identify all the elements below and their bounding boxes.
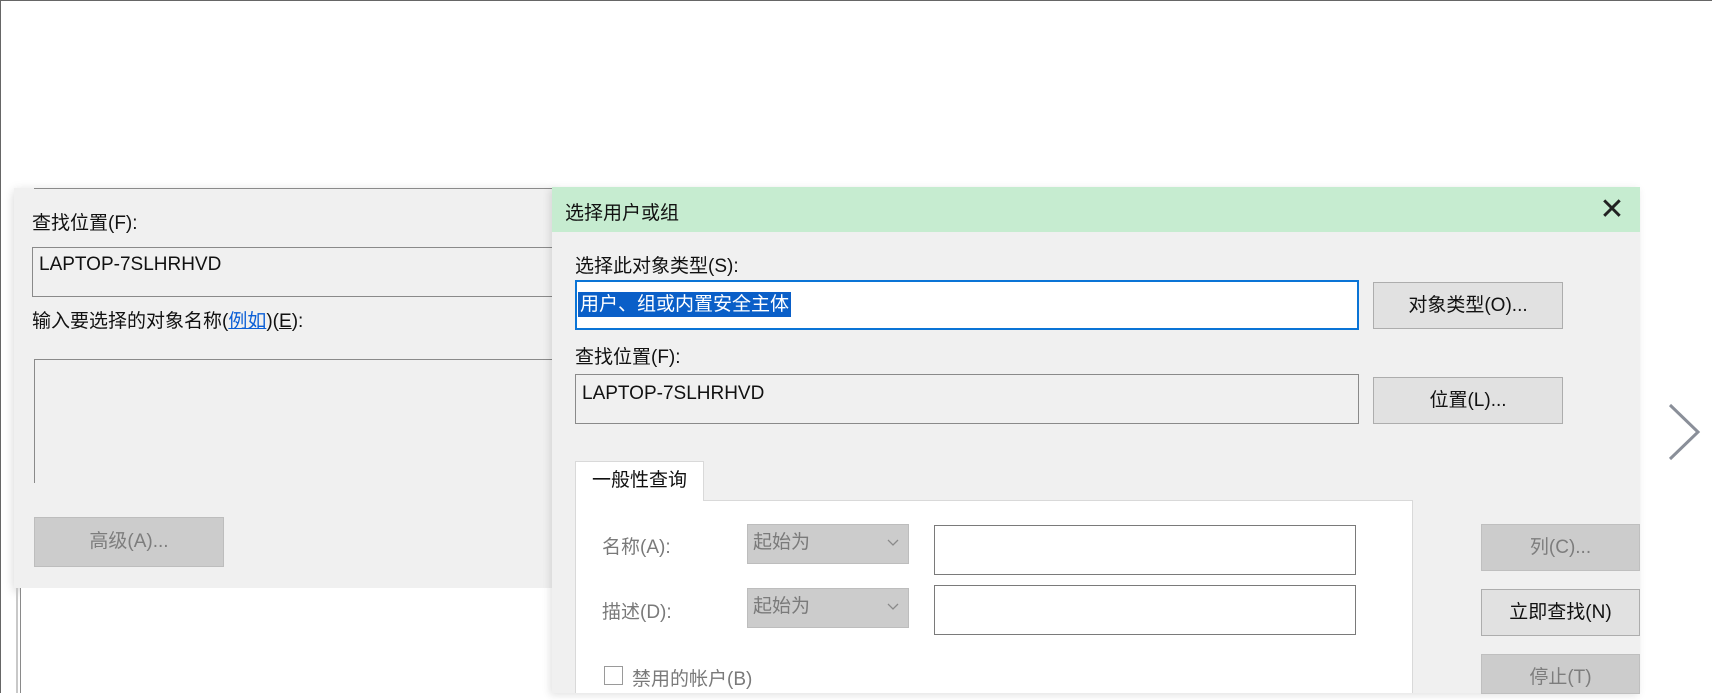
background-dialog: 查找位置(F): LAPTOP-7SLHRHVD 输入要选择的对象名称(例如)(… — [14, 188, 554, 588]
close-icon[interactable]: ✕ — [1594, 192, 1630, 228]
bg-results-list — [20, 588, 560, 693]
chevron-right-icon[interactable] — [1660, 397, 1704, 467]
bg-location-value: LAPTOP-7SLHRHVD — [39, 254, 222, 275]
description-label: 描述(D): — [602, 602, 672, 623]
description-input[interactable] — [934, 585, 1356, 635]
find-now-button[interactable]: 立即查找(N) — [1481, 589, 1640, 636]
bg-enter-names-post: )( — [266, 311, 279, 332]
general-query-panel: 名称(A): 起始为 描述(D): 起始为 禁用的帐户(B) — [575, 500, 1413, 693]
chevron-down-icon — [886, 589, 900, 638]
name-input[interactable] — [934, 525, 1356, 575]
background-dialog-divider — [34, 188, 554, 189]
bg-location-label: 查找位置(F): — [32, 213, 138, 234]
bg-enter-names-label: 输入要选择的对象名称(例如)(E): — [32, 306, 303, 333]
object-type-label: 选择此对象类型(S): — [575, 256, 739, 277]
stop-button[interactable]: 停止(T) — [1481, 654, 1640, 694]
location-value: LAPTOP-7SLHRHVD — [582, 383, 765, 404]
bg-enter-names-mnemonic: E — [279, 311, 292, 332]
name-combo[interactable]: 起始为 — [747, 524, 909, 564]
disabled-accounts-checkbox[interactable] — [604, 666, 623, 685]
bg-location-field: LAPTOP-7SLHRHVD — [32, 247, 554, 297]
object-types-button[interactable]: 对象类型(O)... — [1373, 282, 1563, 329]
description-combo-value: 起始为 — [753, 596, 811, 617]
location-field: LAPTOP-7SLHRHVD — [575, 374, 1359, 424]
object-names-input[interactable] — [34, 359, 554, 483]
tab-general-query[interactable]: 一般性查询 — [575, 461, 704, 501]
window-top-border — [0, 0, 1712, 1]
bg-listview-edge — [16, 588, 18, 693]
dialog-titlebar: 选择用户或组 ✕ — [552, 187, 1640, 232]
select-users-dialog: 选择用户或组 ✕ 选择此对象类型(S): 用户、组或内置安全主体 对象类型(O)… — [552, 187, 1640, 694]
name-combo-value: 起始为 — [753, 532, 811, 553]
description-combo[interactable]: 起始为 — [747, 588, 909, 628]
bg-enter-names-pre: 输入要选择的对象名称( — [32, 311, 229, 332]
object-type-field[interactable]: 用户、组或内置安全主体 — [575, 280, 1359, 330]
disabled-accounts-label: 禁用的帐户(B) — [632, 669, 753, 690]
examples-link[interactable]: 例如 — [228, 311, 266, 332]
bg-enter-names-end: ): — [291, 311, 304, 332]
name-label: 名称(A): — [602, 537, 671, 558]
dialog-title: 选择用户或组 — [565, 203, 680, 224]
window-left-border — [0, 0, 1, 693]
location-label: 查找位置(F): — [575, 347, 681, 368]
locations-button[interactable]: 位置(L)... — [1373, 377, 1563, 424]
chevron-down-icon — [886, 525, 900, 574]
columns-button[interactable]: 列(C)... — [1481, 524, 1640, 571]
advanced-button[interactable]: 高级(A)... — [34, 517, 224, 567]
object-type-value: 用户、组或内置安全主体 — [578, 292, 792, 317]
